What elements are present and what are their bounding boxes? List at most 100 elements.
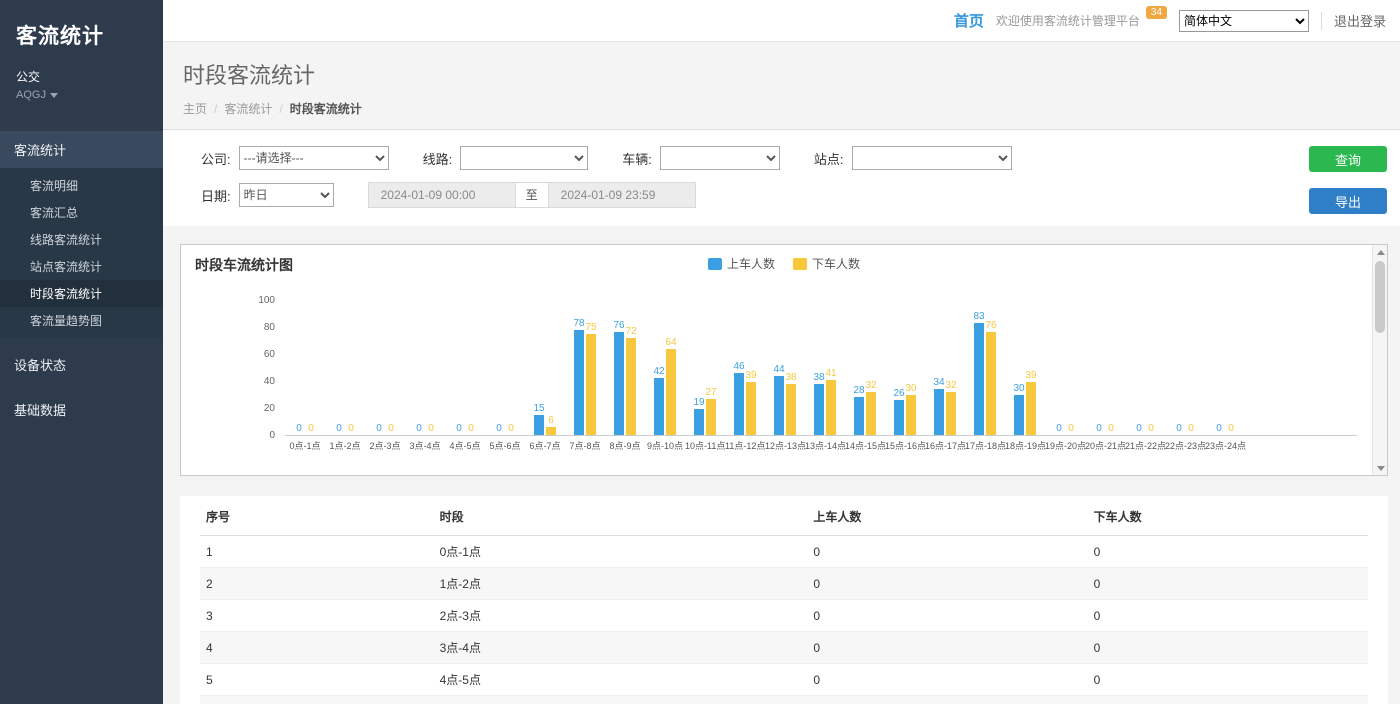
station-label: 站点:	[814, 149, 844, 168]
sidebar-item[interactable]: 客流量趋势图	[0, 307, 163, 334]
data-table: 序号 时段 上车人数 下车人数 10点-1点0021点-2点0032点-3点00…	[200, 498, 1368, 704]
bar[interactable]	[786, 384, 796, 435]
bar[interactable]	[854, 397, 864, 435]
bar-value-label: 0	[1056, 423, 1062, 434]
x-axis-label: 6点-7点	[525, 439, 565, 452]
scrollbar-thumb[interactable]	[1375, 261, 1385, 333]
bar-value-label: 0	[1096, 423, 1102, 434]
bar-value-label: 39	[745, 370, 756, 381]
legend-item[interactable]: 上车人数	[708, 255, 775, 272]
table-row[interactable]: 21点-2点00	[200, 568, 1368, 600]
bar[interactable]	[814, 384, 824, 435]
chart-scrollbar[interactable]	[1372, 245, 1387, 475]
bar[interactable]	[1026, 382, 1036, 435]
company-label: 公司:	[201, 149, 231, 168]
sidebar-section-device-status[interactable]: 设备状态	[0, 346, 163, 383]
bar-value-label: 0	[1188, 423, 1194, 434]
sidebar-section-basic-data[interactable]: 基础数据	[0, 391, 163, 428]
bar-group: 00	[1205, 301, 1245, 435]
sidebar-item[interactable]: 客流汇总	[0, 199, 163, 226]
logout-link[interactable]: 退出登录	[1334, 11, 1386, 30]
table-row[interactable]: 54点-5点00	[200, 664, 1368, 696]
table-row[interactable]: 65点-6点00	[200, 696, 1368, 704]
date-start-input[interactable]	[368, 182, 516, 208]
table-row[interactable]: 10点-1点00	[200, 536, 1368, 568]
bar-group: 7875	[565, 301, 605, 435]
language-select[interactable]: 简体中文	[1179, 10, 1309, 32]
table-cell: 0	[807, 664, 1087, 696]
sidebar-item[interactable]: 时段客流统计	[0, 280, 163, 307]
sidebar-item[interactable]: 客流明细	[0, 172, 163, 199]
bar[interactable]	[906, 395, 916, 436]
bar-group: 2630	[885, 301, 925, 435]
x-axis-label: 18点-19点	[1005, 439, 1045, 452]
bar[interactable]	[734, 373, 744, 435]
bar-value-label: 76	[613, 320, 624, 331]
scrollbar-up-arrow[interactable]	[1373, 245, 1388, 259]
bar[interactable]	[626, 338, 636, 435]
vehicle-select[interactable]	[660, 146, 780, 170]
bar-group: 4438	[765, 301, 805, 435]
y-tick-label: 60	[264, 349, 275, 360]
account-switcher[interactable]: AQGJ	[0, 87, 163, 117]
page-title: 时段客流统计	[183, 58, 1380, 90]
bar-column: 76	[613, 301, 625, 435]
query-button[interactable]: 查询	[1309, 146, 1387, 172]
bar[interactable]	[534, 415, 544, 435]
bar[interactable]	[986, 332, 996, 435]
bar[interactable]	[974, 323, 984, 435]
bar[interactable]	[866, 392, 876, 435]
company-select[interactable]: ---请选择---	[239, 146, 389, 170]
notification-badge[interactable]: 34	[1146, 6, 1167, 19]
breadcrumb-separator: /	[214, 102, 217, 116]
chart-legend: 上车人数 下车人数	[708, 255, 860, 272]
breadcrumb-home[interactable]: 主页	[183, 100, 207, 117]
breadcrumb-passenger-stats[interactable]: 客流统计	[224, 100, 272, 117]
station-select[interactable]	[852, 146, 1012, 170]
bar[interactable]	[694, 409, 704, 435]
bar-column: 32	[865, 301, 877, 435]
app-logo: 客流统计	[0, 0, 163, 56]
bar-column: 19	[693, 301, 705, 435]
table-row[interactable]: 43点-4点00	[200, 632, 1368, 664]
bar-value-label: 42	[653, 366, 664, 377]
line-select[interactable]	[460, 146, 588, 170]
breadcrumb: 主页 / 客流统计 / 时段客流统计	[183, 100, 1380, 117]
bar[interactable]	[946, 392, 956, 435]
bar[interactable]	[1014, 395, 1024, 436]
table-cell: 0	[807, 696, 1087, 704]
sidebar-item[interactable]: 线路客流统计	[0, 226, 163, 253]
scrollbar-down-arrow[interactable]	[1373, 461, 1388, 475]
x-axis-label: 19点-20点	[1045, 439, 1085, 452]
bar-group: 4639	[725, 301, 765, 435]
bar[interactable]	[614, 332, 624, 435]
bar[interactable]	[666, 349, 676, 435]
bar[interactable]	[934, 389, 944, 435]
bar[interactable]	[826, 380, 836, 435]
date-label: 日期:	[201, 186, 231, 205]
export-button[interactable]: 导出	[1309, 188, 1387, 214]
bar-value-label: 0	[1108, 423, 1114, 434]
legend-item[interactable]: 下车人数	[793, 255, 860, 272]
bar[interactable]	[774, 376, 784, 435]
company-filter: 公司: ---请选择---	[201, 146, 389, 170]
home-link[interactable]: 首页	[954, 10, 984, 31]
sidebar-section-passenger-stats[interactable]: 客流统计	[0, 131, 163, 168]
bar[interactable]	[894, 400, 904, 435]
bar[interactable]	[706, 399, 716, 435]
bar-column: 0	[1093, 301, 1105, 435]
bar-value-label: 28	[853, 385, 864, 396]
date-preset-select[interactable]: 昨日	[239, 183, 334, 207]
bar-column: 0	[333, 301, 345, 435]
date-end-input[interactable]	[548, 182, 696, 208]
bar[interactable]	[546, 427, 556, 435]
bar-column: 32	[945, 301, 957, 435]
sidebar-item[interactable]: 站点客流统计	[0, 253, 163, 280]
table-cell: 0	[807, 536, 1087, 568]
bar[interactable]	[654, 378, 664, 435]
bar-group: 00	[285, 301, 325, 435]
bar[interactable]	[586, 334, 596, 435]
bar[interactable]	[746, 382, 756, 435]
bar[interactable]	[574, 330, 584, 435]
table-row[interactable]: 32点-3点00	[200, 600, 1368, 632]
